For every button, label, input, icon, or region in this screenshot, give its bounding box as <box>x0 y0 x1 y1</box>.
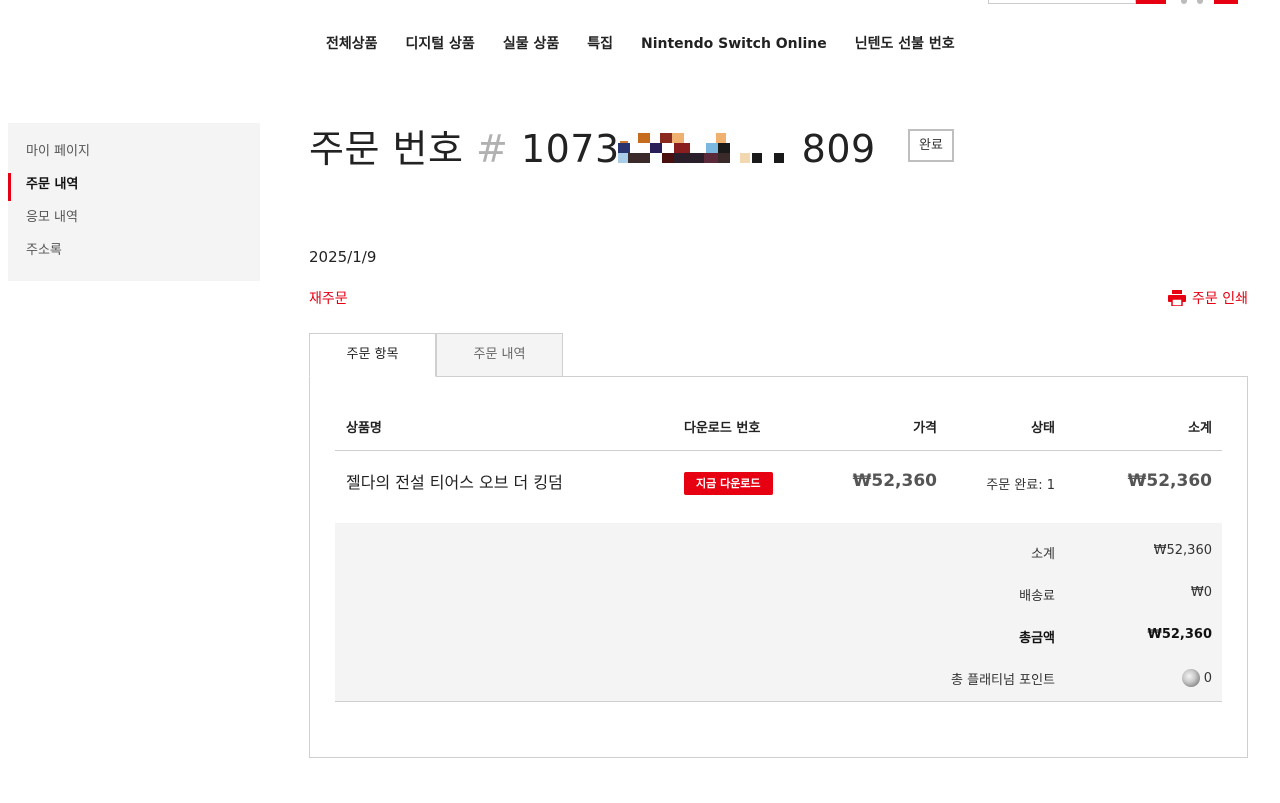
nav-item-features[interactable]: 특집 <box>587 33 613 55</box>
summary-subtotal-label: 소계 <box>1031 547 1055 562</box>
product-name[interactable]: 젤다의 전설 티어스 오브 더 킹덤 <box>346 469 563 493</box>
order-status-badge: 완료 <box>908 129 954 162</box>
summary-points-value: 0 <box>1181 669 1212 687</box>
cart-icon[interactable] <box>1214 0 1238 4</box>
header-state: 상태 <box>1031 421 1055 436</box>
sidebar-item-my-page[interactable]: 마이 페이지 <box>8 140 260 173</box>
item-state: 주문 완료: 1 <box>986 478 1055 493</box>
header-search-button[interactable] <box>1136 0 1166 4</box>
tab-order-history[interactable]: 주문 내역 <box>436 333 563 377</box>
summary-shipping-label: 배송료 <box>1019 589 1055 604</box>
header-price: 가격 <box>913 421 937 436</box>
header-search-input[interactable] <box>988 0 1136 4</box>
printer-icon <box>1168 290 1186 306</box>
summary-total-value: ₩52,360 <box>1147 627 1212 642</box>
nav-item-physical[interactable]: 실물 상품 <box>503 33 559 55</box>
sidebar-item-address-book[interactable]: 주소록 <box>8 239 260 272</box>
points-amount: 0 <box>1203 670 1212 686</box>
order-title-prefix: 주문 번호 <box>309 127 464 171</box>
print-order-link[interactable]: 주문 인쇄 <box>1168 288 1248 308</box>
summary-points-row: 총 플래티넘 포인트 0 <box>335 669 1222 689</box>
header-product: 상품명 <box>346 421 382 436</box>
header-subtotal: 소계 <box>1188 421 1212 436</box>
summary-total-label: 총금액 <box>1019 631 1055 646</box>
page-title: 주문 번호 # 1073 809 <box>309 127 876 171</box>
sidebar-item-orders[interactable]: 주문 내역 <box>8 173 260 206</box>
summary-shipping-value: ₩0 <box>1190 585 1212 600</box>
download-now-button[interactable]: 지금 다운로드 <box>684 472 773 495</box>
main-nav: 전체상품 디지털 상품 실물 상품 특집 Nintendo Switch Onl… <box>326 33 983 55</box>
order-date: 2025/1/9 <box>309 248 377 266</box>
summary-shipping-row: 배송료 ₩0 <box>335 585 1222 605</box>
summary-total-row: 총금액 ₩52,360 <box>335 627 1222 647</box>
item-subtotal: ₩52,360 <box>1127 471 1212 491</box>
sidebar-item-entries[interactable]: 응모 내역 <box>8 206 260 239</box>
nav-item-prepaid[interactable]: 닌텐도 선불 번호 <box>855 33 955 55</box>
order-items-panel: 상품명 다운로드 번호 가격 상태 소계 젤다의 전설 티어스 오브 더 킹덤 … <box>309 376 1248 758</box>
platinum-coin-icon <box>1181 669 1200 687</box>
summary-subtotal-value: ₩52,360 <box>1153 543 1212 558</box>
item-price: ₩52,360 <box>852 471 937 491</box>
nav-item-digital[interactable]: 디지털 상품 <box>406 33 475 55</box>
tab-order-items[interactable]: 주문 항목 <box>309 333 436 377</box>
user-icon[interactable] <box>1181 0 1187 4</box>
order-number-start: 1073 <box>520 127 620 171</box>
order-number-end: 809 <box>801 127 876 171</box>
wishlist-icon[interactable] <box>1197 0 1203 4</box>
order-summary: 소계 ₩52,360 배송료 ₩0 총금액 ₩52,360 총 플래티넘 포인트… <box>335 523 1222 702</box>
reorder-link[interactable]: 재주문 <box>309 288 348 308</box>
header-download: 다운로드 번호 <box>684 421 761 436</box>
redacted-order-number <box>616 132 806 171</box>
order-table-header: 상품명 다운로드 번호 가격 상태 소계 <box>335 417 1222 451</box>
nav-item-all-products[interactable]: 전체상품 <box>326 33 378 55</box>
nav-item-switch-online[interactable]: Nintendo Switch Online <box>641 33 827 55</box>
account-sidebar: 마이 페이지 주문 내역 응모 내역 주소록 <box>8 123 260 281</box>
table-row: 젤다의 전설 티어스 오브 더 킹덤 지금 다운로드 ₩52,360 주문 완료… <box>335 452 1222 524</box>
summary-subtotal-row: 소계 ₩52,360 <box>335 543 1222 563</box>
summary-points-label: 총 플래티넘 포인트 <box>951 673 1055 688</box>
print-order-label: 주문 인쇄 <box>1192 291 1248 307</box>
